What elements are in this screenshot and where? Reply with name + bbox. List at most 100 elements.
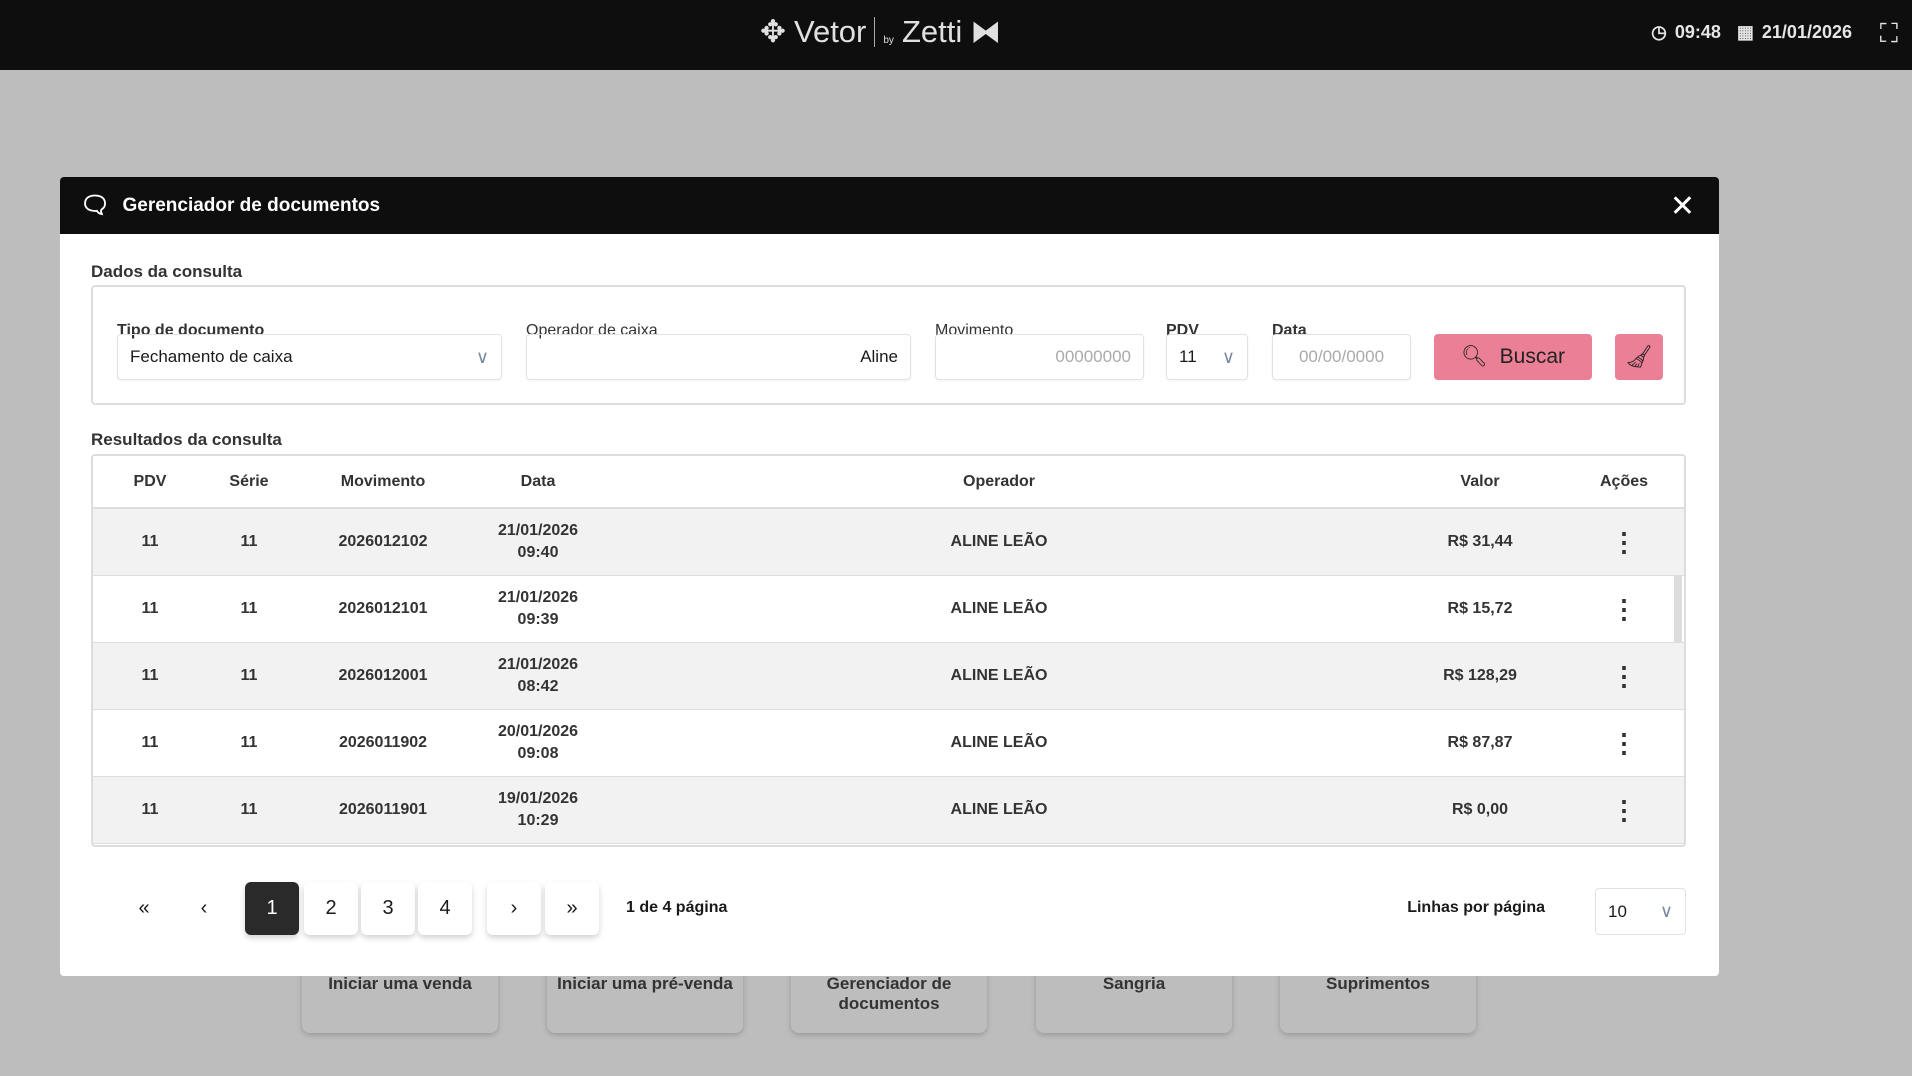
table-row[interactable]: 11 11 2026012001 21/01/2026 08:42 ALINE LEÃO R… [93,643,1684,710]
operador-input[interactable]: Aline [526,334,911,380]
cell-operador: ALINE LEÃO [950,600,1048,617]
cell-valor-wrap: R$ 0,00 [1452,799,1508,821]
cell-serie-wrap: 11 [241,665,258,687]
cell-movimento-wrap: 2026011901 [339,799,427,821]
logo-vetor: Vetor [793,14,867,49]
col-acoes: Ações [1599,472,1649,490]
cell-data: 21/01/2026 [497,656,579,673]
cell-operador: ALINE LEÃO [950,533,1048,550]
cell-data-wrap: 19/01/2026 10:29 [498,788,578,832]
cell-movimento: 2026012101 [338,600,428,617]
rows-per-page-select[interactable]: 10 ∨ [1595,888,1686,935]
clear-filters-button[interactable]: 🧹︎ [1615,334,1663,380]
cell-serie: 11 [240,533,258,550]
cell-serie-wrap: 11 [241,531,258,553]
cell-data-wrap: 21/01/2026 09:40 [498,520,578,564]
movimento-placeholder: 00000000 [1055,347,1131,366]
cell-pdv: 11 [141,533,159,550]
more-actions-icon[interactable]: ⋮ [1611,730,1637,756]
first-page-button[interactable]: « [117,882,171,935]
cell-pdv-wrap: 11 [142,598,159,620]
chevron-down-icon: ∨ [1659,901,1673,921]
cell-operador-wrap: ALINE LEÃO [951,598,1048,620]
movimento-input[interactable]: 00000000 [935,334,1144,380]
cell-pdv: 11 [141,801,159,818]
cell-operador: ALINE LEÃO [950,801,1048,818]
cell-movimento-wrap: 2026012101 [339,598,428,620]
modal-title: Gerenciador de documentos [122,194,381,216]
cell-data: 20/01/2026 [497,723,579,740]
calendar-icon: ▦ [1736,22,1754,42]
cell-valor: R$ 128,29 [1443,667,1517,684]
buscar-button[interactable]: 🔍︎ Buscar [1434,334,1592,380]
logo-by: by [883,34,894,46]
cell-movimento: 2026012102 [338,533,428,550]
buscar-label: Buscar [1499,345,1566,368]
cell-movimento-wrap: 2026012001 [339,665,428,687]
more-actions-icon[interactable]: ⋮ [1611,663,1637,689]
cell-operador-wrap: ALINE LEÃO [951,665,1048,687]
cell-hora: 09:40 [517,544,559,561]
page-info: 1 de 4 página [626,899,728,916]
top-bar: ✥ Vetor by Zetti ⧓ ◷ 09:48 ▦ 21/01/2026 … [0,0,1912,70]
cell-data-wrap: 21/01/2026 08:42 [498,654,578,698]
cell-movimento: 2026011902 [338,734,428,751]
cell-operador-wrap: ALINE LEÃO [951,732,1048,754]
page-3-button[interactable]: 3 [361,882,415,935]
cell-operador: ALINE LEÃO [950,734,1048,751]
more-actions-icon[interactable]: ⋮ [1611,797,1637,823]
table-row[interactable]: 11 11 2026012102 21/01/2026 09:40 ALINE LEÃO R… [93,509,1684,576]
page-4-button[interactable]: 4 [418,882,472,935]
prev-page-button[interactable]: ‹ [177,882,231,935]
filter-box: Tipo de documento Fechamento de caixa ∨ … [91,285,1686,405]
more-actions-icon[interactable]: ⋮ [1611,529,1637,555]
time: 09:48 [1674,22,1721,42]
cell-data: 19/01/2026 [497,790,579,807]
last-page-button[interactable]: » [545,882,599,935]
query-section-title: Dados da consulta [91,262,243,281]
cell-serie: 11 [240,667,258,684]
page-1-button[interactable]: 1 [245,882,299,935]
logo-zetti: Zetti [901,14,963,49]
data-input[interactable]: 00/00/0000 [1272,334,1411,380]
rows-per-page-label: Linhas por página [1407,899,1545,916]
close-icon[interactable]: ✕ [1670,189,1695,224]
col-movimento: Movimento [340,472,426,490]
fullscreen-icon[interactable]: ⛶ [1880,18,1898,50]
cell-data: 21/01/2026 [497,522,579,539]
logo: ✥ Vetor by Zetti ⧓ [760,14,1001,50]
cell-pdv-wrap: 11 [142,531,159,553]
cell-serie-wrap: 11 [241,598,258,620]
cell-valor-wrap: R$ 15,72 [1448,598,1513,620]
zetti-icon: ⧓ [970,14,1002,49]
chevron-down-icon: ∨ [1221,346,1235,367]
data-placeholder: 00/00/0000 [1298,347,1385,366]
cell-serie-wrap: 11 [241,799,258,821]
pdv-value: 11 [1179,347,1197,366]
cell-valor: R$ 0,00 [1451,801,1509,818]
table-row[interactable]: 11 11 2026012101 21/01/2026 09:39 ALINE LEÃO R… [93,576,1684,643]
col-serie: Série [229,472,269,490]
cell-pdv-wrap: 11 [142,732,159,754]
clock-icon: ◷ [1651,22,1667,42]
col-pdv: PDV [133,472,167,490]
page-2-button[interactable]: 2 [304,882,358,935]
cell-hora: 09:39 [517,611,559,628]
chevron-down-icon: ∨ [475,346,489,367]
cell-valor: R$ 87,87 [1447,734,1513,751]
document-icon: 🗨 [80,192,111,219]
cell-valor-wrap: R$ 31,44 [1448,531,1513,553]
next-page-button[interactable]: › [487,882,541,935]
pdv-select[interactable]: 11 ∨ [1166,334,1248,380]
col-valor: Valor [1460,472,1500,490]
cell-pdv-wrap: 11 [142,665,159,687]
tipo-documento-select[interactable]: Fechamento de caixa ∨ [117,334,502,380]
table-row[interactable]: 11 11 2026011902 20/01/2026 09:08 ALINE LEÃO R… [93,710,1684,777]
more-actions-icon[interactable]: ⋮ [1611,596,1637,622]
cell-movimento-wrap: 2026012102 [339,531,428,553]
cell-hora: 08:42 [517,678,559,695]
cell-valor-wrap: R$ 87,87 [1448,732,1513,754]
cell-serie: 11 [240,801,258,818]
table-row[interactable]: 11 11 2026011901 19/01/2026 10:29 ALINE LEÃO R… [93,777,1684,844]
cell-hora: 09:08 [517,745,559,762]
